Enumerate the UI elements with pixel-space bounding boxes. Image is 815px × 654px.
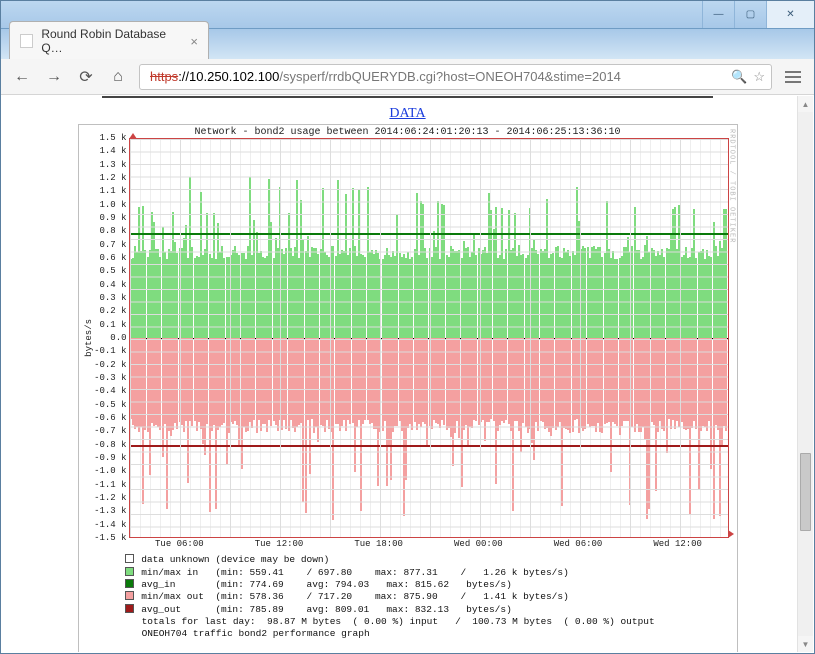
avg-in-line	[130, 233, 728, 235]
browser-tab[interactable]: Round Robin Database Q… ×	[9, 21, 209, 59]
y-tick: 1.0 k	[99, 200, 126, 210]
legend-swatch-unknown-icon	[125, 554, 134, 563]
y-tick: 0.7 k	[99, 240, 126, 250]
network-chart: Network - bond2 usage between 2014:06:24…	[78, 124, 738, 652]
legend-swatch-minmax-out-icon	[125, 591, 134, 600]
forward-button[interactable]: →	[43, 66, 65, 88]
y-axis: 1.5 k1.4 k1.3 k1.2 k1.1 k1.0 k0.9 k0.8 k…	[95, 138, 129, 538]
x-tick: Tue 18:00	[354, 539, 403, 549]
bars-layer	[130, 139, 728, 537]
url-protocol: https	[150, 69, 178, 84]
y-tick: 1.2 k	[99, 173, 126, 183]
y-tick: -1.1 k	[94, 480, 126, 490]
y-tick: -1.0 k	[94, 466, 126, 476]
y-tick: 0.0	[110, 333, 126, 343]
forward-icon: →	[46, 68, 62, 86]
y-axis-label: bytes/s	[83, 319, 95, 357]
close-icon: ✕	[786, 9, 794, 20]
legend-avg-out: avg_out (min: 785.89 avg: 809.01 max: 83…	[141, 604, 512, 615]
hamburger-icon	[785, 71, 801, 73]
legend-footer: ONEOH704 traffic bond2 performance graph	[125, 628, 370, 639]
y-tick: 0.2 k	[99, 306, 126, 316]
scroll-down-button[interactable]: ▼	[798, 636, 813, 652]
maximize-icon: ▢	[746, 9, 755, 20]
y-tick: 0.8 k	[99, 226, 126, 236]
y-tick: -0.9 k	[94, 453, 126, 463]
legend-swatch-avg-out-icon	[125, 604, 134, 613]
url-path: /sysperf/rrdbQUERYDB.cgi?host=ONEOH704&s…	[279, 69, 621, 84]
y-tick: -0.8 k	[94, 440, 126, 450]
reload-button[interactable]: ⟳	[75, 66, 97, 88]
y-tick: 1.4 k	[99, 146, 126, 156]
window-minimize-button[interactable]: —	[702, 1, 734, 28]
page-content: DATA Network - bond2 usage between 2014:…	[2, 96, 813, 652]
y-tick: -0.7 k	[94, 426, 126, 436]
browser-toolbar: ← → ⟳ ⌂ https ://10.250.102.100 /sysperf…	[1, 59, 814, 95]
window-maximize-button[interactable]: ▢	[734, 1, 766, 28]
y-tick: -1.5 k	[94, 533, 126, 543]
y-tick: -0.5 k	[94, 400, 126, 410]
home-button[interactable]: ⌂	[107, 66, 129, 88]
y-axis-arrow-icon	[129, 133, 137, 139]
y-tick: 0.1 k	[99, 320, 126, 330]
browser-tabstrip: Round Robin Database Q… ×	[1, 29, 814, 59]
horizontal-rule	[102, 96, 713, 98]
y-tick: -0.1 k	[94, 346, 126, 356]
y-tick: -0.2 k	[94, 360, 126, 370]
address-bar[interactable]: https ://10.250.102.100 /sysperf/rrdbQUE…	[139, 64, 772, 90]
legend-unknown: data unknown (device may be down)	[141, 554, 329, 565]
y-tick: 1.3 k	[99, 160, 126, 170]
reload-icon: ⟳	[79, 67, 92, 87]
minimize-icon: —	[714, 9, 724, 20]
rrdtool-watermark: RRDTOOL / TOBI OETIKER	[728, 129, 736, 243]
chart-legend: data unknown (device may be down) min/ma…	[79, 538, 737, 652]
x-tick: Wed 12:00	[653, 539, 702, 549]
legend-swatch-minmax-in-icon	[125, 567, 134, 576]
y-tick: -1.4 k	[94, 520, 126, 530]
y-tick: -0.3 k	[94, 373, 126, 383]
data-link[interactable]: DATA	[389, 106, 425, 121]
y-tick: 0.5 k	[99, 266, 126, 276]
x-tick: Wed 00:00	[454, 539, 503, 549]
legend-swatch-avg-in-icon	[125, 579, 134, 588]
x-tick: Tue 12:00	[255, 539, 304, 549]
tab-favicon-icon	[20, 34, 33, 48]
x-axis-arrow-icon	[728, 530, 734, 538]
legend-minmax-out: min/max out (min: 578.36 / 717.20 max: 8…	[141, 591, 569, 602]
home-icon: ⌂	[113, 68, 123, 86]
scrollbar-thumb[interactable]	[800, 453, 811, 532]
back-icon: ←	[14, 68, 30, 86]
tab-title: Round Robin Database Q…	[41, 27, 182, 55]
y-tick: -1.3 k	[94, 506, 126, 516]
y-tick: 0.6 k	[99, 253, 126, 263]
scroll-up-button[interactable]: ▲	[798, 96, 813, 112]
url-host: ://10.250.102.100	[178, 69, 279, 84]
y-tick: 0.3 k	[99, 293, 126, 303]
bookmark-star-icon[interactable]: ☆	[753, 69, 765, 85]
plot-area: Tue 06:00Tue 12:00Tue 18:00Wed 00:00Wed …	[129, 138, 729, 538]
page-scrollbar[interactable]: ▲ ▼	[797, 96, 813, 652]
y-tick: 0.9 k	[99, 213, 126, 223]
x-tick: Tue 06:00	[155, 539, 204, 549]
legend-totals: totals for last day: 98.87 M bytes ( 0.0…	[125, 616, 655, 627]
zero-line	[130, 338, 728, 339]
tab-close-button[interactable]: ×	[190, 35, 198, 48]
window-frame: — ▢ ✕ Round Robin Database Q… × ← → ⟳ ⌂ …	[0, 0, 815, 654]
window-close-button[interactable]: ✕	[766, 1, 814, 28]
zoom-icon[interactable]: 🔍	[731, 69, 747, 85]
y-tick: 1.5 k	[99, 133, 126, 143]
legend-minmax-in: min/max in (min: 559.41 / 697.80 max: 87…	[141, 567, 569, 578]
x-tick: Wed 06:00	[554, 539, 603, 549]
back-button[interactable]: ←	[11, 66, 33, 88]
y-tick: 0.4 k	[99, 280, 126, 290]
avg-out-line	[130, 445, 728, 447]
y-tick: -0.6 k	[94, 413, 126, 423]
y-tick: -0.4 k	[94, 386, 126, 396]
chart-title: Network - bond2 usage between 2014:06:24…	[79, 125, 737, 138]
scrollbar-track[interactable]	[798, 112, 813, 636]
browser-menu-button[interactable]	[782, 71, 804, 83]
legend-avg-in: avg_in (min: 774.69 avg: 794.03 max: 815…	[141, 579, 512, 590]
y-tick: -1.2 k	[94, 493, 126, 503]
y-tick: 1.1 k	[99, 186, 126, 196]
